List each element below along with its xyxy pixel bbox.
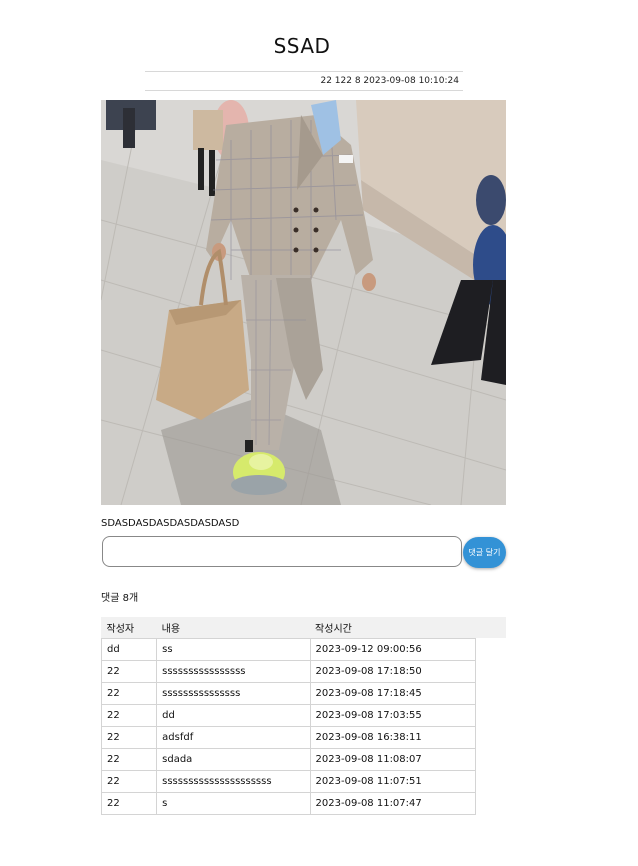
cell-content: ssssssssssssssss [156, 660, 311, 683]
cell-author: 22 [100, 792, 158, 815]
cell-content: s [156, 792, 311, 815]
cell-time: 2023-09-08 17:18:45 [309, 682, 477, 705]
header-content: 내용 [156, 617, 311, 639]
post-image [101, 100, 506, 505]
cell-time: 2023-09-08 11:08:07 [309, 748, 477, 771]
cell-time: 2023-09-12 09:00:56 [309, 638, 477, 661]
cell-time: 2023-09-08 16:38:11 [309, 726, 477, 749]
table-row: 22 sdada 2023-09-08 11:08:07 [100, 748, 477, 771]
comments-table: 작성자 내용 작성시간 dd ss 2023-09-12 09:00:56 22… [100, 617, 477, 815]
table-row: 22 s 2023-09-08 11:07:47 [100, 792, 477, 815]
comment-input[interactable] [102, 536, 462, 567]
comment-count: 댓글 8개 [101, 593, 139, 604]
cell-time: 2023-09-08 11:07:51 [309, 770, 477, 793]
cell-content: sdada [156, 748, 311, 771]
cell-time: 2023-09-08 17:03:55 [309, 704, 477, 727]
cell-content: sssssssssssssss [156, 682, 311, 705]
table-row: 22 sssssssssssssssssssss 2023-09-08 11:0… [100, 770, 477, 793]
cell-author: 22 [100, 704, 158, 727]
table-row: 22 dd 2023-09-08 17:03:55 [100, 704, 477, 727]
post-body: SDASDASDASDASDASDASD [101, 518, 240, 529]
cell-author: 22 [100, 726, 158, 749]
post-meta-bar: 22 122 8 2023-09-08 10:10:24 [145, 71, 463, 91]
cell-time: 2023-09-08 11:07:47 [309, 792, 477, 815]
cell-author: 22 [100, 748, 158, 771]
cell-content: sssssssssssssssssssss [156, 770, 311, 793]
cell-author: 22 [100, 682, 158, 705]
comment-submit-button[interactable]: 댓글 달기 [463, 537, 506, 568]
cell-content: ss [156, 638, 311, 661]
cell-author: 22 [100, 770, 158, 793]
cell-content: adsfdf [156, 726, 311, 749]
table-header-row: 작성자 내용 작성시간 [101, 617, 476, 639]
header-time: 작성시간 [310, 617, 476, 639]
table-row: dd ss 2023-09-12 09:00:56 [100, 638, 477, 661]
post-detail-page: SSAD 22 122 8 2023-09-08 10:10:24 SDASDA… [0, 0, 638, 866]
table-row: 22 ssssssssssssssss 2023-09-08 17:18:50 [100, 660, 477, 683]
post-title: SSAD [273, 34, 331, 58]
cell-author: 22 [100, 660, 158, 683]
cell-time: 2023-09-08 17:18:50 [309, 660, 477, 683]
cell-author: dd [100, 638, 158, 661]
header-author: 작성자 [101, 617, 157, 639]
cell-content: dd [156, 704, 311, 727]
table-row: 22 adsfdf 2023-09-08 16:38:11 [100, 726, 477, 749]
post-meta: 22 122 8 2023-09-08 10:10:24 [320, 76, 459, 86]
table-row: 22 sssssssssssssss 2023-09-08 17:18:45 [100, 682, 477, 705]
